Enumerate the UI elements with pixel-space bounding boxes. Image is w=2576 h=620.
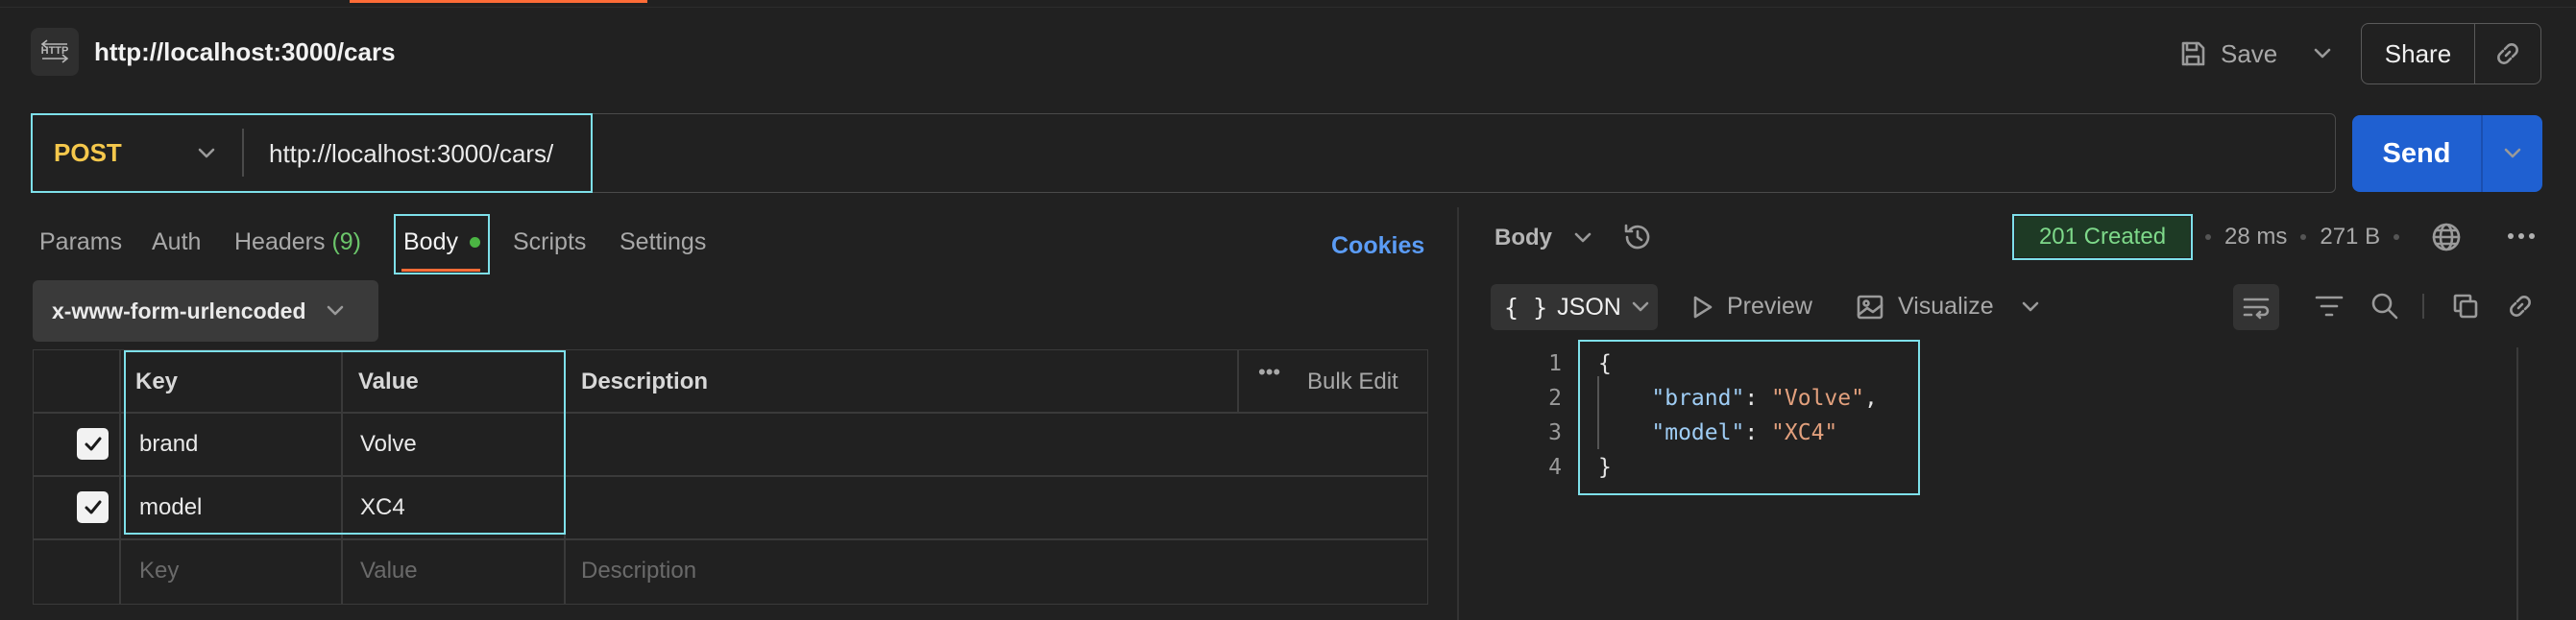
chevron-down-icon: [1632, 301, 1649, 312]
share-button[interactable]: Share: [2362, 24, 2475, 83]
link-icon[interactable]: [2506, 292, 2535, 321]
line-number: 3: [1548, 420, 1562, 445]
json-highlight: [1578, 340, 1920, 495]
cookies-link[interactable]: Cookies: [1331, 232, 1424, 260]
line-number: 1: [1548, 351, 1562, 376]
request-title[interactable]: http://localhost:3000/cars: [94, 37, 396, 67]
toolbar-separator: [2422, 294, 2424, 319]
share-group: Share: [2361, 23, 2541, 84]
response-meta: 28 ms 271 B: [2205, 224, 2400, 250]
body-type-label: x-www-form-urlencoded: [52, 298, 306, 323]
tab-headers-label: Headers: [234, 228, 326, 255]
active-tab-indicator: [350, 0, 647, 3]
format-label: JSON: [1557, 293, 1621, 321]
value-placeholder[interactable]: Value: [360, 558, 418, 584]
column-header-description: Description: [581, 369, 709, 394]
chevron-down-icon: [327, 305, 343, 316]
save-label: Save: [2221, 38, 2278, 68]
top-tab-strip: [0, 0, 2576, 8]
http-icon: HTTP: [31, 28, 79, 76]
key-placeholder[interactable]: Key: [139, 558, 179, 584]
line-number: 4: [1548, 455, 1562, 480]
wrap-lines-icon: [2243, 298, 2270, 320]
checkmark-icon: [85, 437, 101, 450]
save-button[interactable]: Save: [2178, 32, 2277, 76]
description-placeholder[interactable]: Description: [581, 558, 696, 584]
chevron-down-icon[interactable]: [2021, 294, 2040, 321]
tab-scripts[interactable]: Scripts: [513, 228, 586, 256]
key-value-highlight: [124, 350, 566, 535]
response-time[interactable]: 28 ms: [2224, 224, 2287, 250]
send-button[interactable]: Send: [2352, 138, 2481, 170]
copy-link-button[interactable]: [2475, 24, 2540, 83]
globe-icon[interactable]: [2430, 221, 2463, 253]
bulk-edit-button[interactable]: Bulk Edit: [1307, 369, 1398, 395]
send-button-group: Send: [2352, 115, 2542, 192]
response-view-select[interactable]: Body: [1495, 225, 1592, 251]
status-highlight: [2012, 214, 2193, 260]
body-type-select[interactable]: x-www-form-urlencoded: [33, 280, 378, 342]
chevron-down-icon: [2504, 148, 2521, 158]
save-icon: [2178, 39, 2207, 68]
send-options-button[interactable]: [2483, 148, 2543, 159]
save-options-chevron-icon[interactable]: [2305, 38, 2340, 69]
response-view-label: Body: [1495, 225, 1552, 250]
chevron-down-icon: [1574, 232, 1592, 243]
braces-icon: { }: [1504, 293, 1548, 322]
checkmark-icon: [85, 500, 101, 513]
panel-divider[interactable]: [1457, 207, 1459, 620]
visualize-label: Visualize: [1898, 293, 1994, 320]
history-icon[interactable]: [1621, 221, 1654, 253]
method-url-highlight: [31, 113, 593, 193]
row-checkbox[interactable]: [77, 428, 109, 460]
tab-params[interactable]: Params: [39, 228, 122, 256]
tab-settings[interactable]: Settings: [620, 228, 706, 256]
copy-icon[interactable]: [2451, 292, 2480, 321]
line-number: 2: [1548, 386, 1562, 411]
format-select[interactable]: { } JSON: [1491, 284, 1658, 330]
body-tab-highlight: [394, 214, 490, 274]
response-size[interactable]: 271 B: [2320, 224, 2380, 250]
tab-headers[interactable]: Headers (9): [234, 228, 361, 256]
response-scrollbar[interactable]: [2516, 347, 2518, 620]
search-icon[interactable]: [2370, 292, 2399, 321]
more-options-icon[interactable]: •••: [1258, 360, 1280, 385]
row-checkbox[interactable]: [77, 491, 109, 523]
preview-button[interactable]: Preview: [1690, 293, 1812, 321]
play-icon: [1693, 296, 1713, 318]
wrap-lines-button[interactable]: [2233, 284, 2279, 330]
visualize-button[interactable]: Visualize: [1856, 293, 1994, 321]
headers-count-badge: (9): [331, 228, 362, 255]
filter-icon[interactable]: [2315, 294, 2344, 319]
preview-label: Preview: [1727, 293, 1812, 320]
more-options-icon[interactable]: [2505, 227, 2538, 246]
link-icon: [2497, 43, 2518, 64]
tab-auth[interactable]: Auth: [152, 228, 201, 256]
image-icon: [1857, 295, 1883, 319]
